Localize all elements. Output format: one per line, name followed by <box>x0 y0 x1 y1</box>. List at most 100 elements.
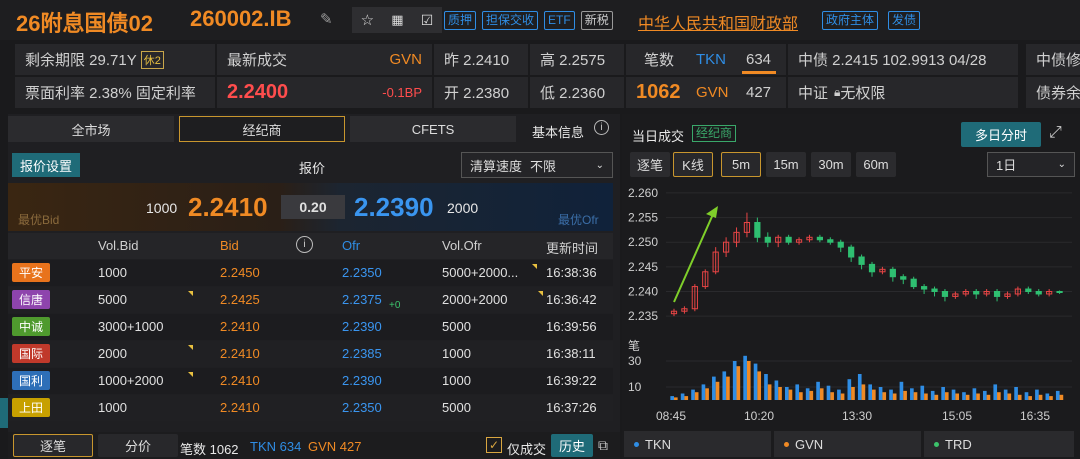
footer-gvn: GVN 427 <box>308 439 362 454</box>
tab-kline[interactable]: K线 <box>673 152 713 177</box>
cell-vol-bid: 1000 <box>98 265 127 280</box>
only-deal-checkbox[interactable]: ✓ <box>486 437 502 453</box>
tab-cfets[interactable]: CFETS <box>350 116 516 142</box>
volume-bar-tkn <box>805 388 810 400</box>
table-row[interactable]: 国际 2000 2.2410 2.2385 1000 16:38:11 <box>8 341 613 367</box>
candle-body <box>900 276 907 280</box>
y-tick-label: 2.255 <box>628 211 658 225</box>
tab-all-market[interactable]: 全市场 <box>8 116 174 142</box>
interval-15m[interactable]: 15m <box>766 152 806 177</box>
candle-body <box>858 256 865 265</box>
volume-bar-gvn <box>976 393 980 400</box>
candle-body <box>785 236 792 243</box>
candle-body <box>764 236 771 243</box>
cell-ofr: 2.2385 <box>342 346 382 361</box>
cdb-extra: 中债修 <box>1026 44 1080 75</box>
volume-bar-gvn <box>809 390 814 400</box>
expand-icon[interactable]: ⤢ <box>1049 124 1062 142</box>
remaining-term: 剩余期限 29.71Y 休2 <box>15 44 215 75</box>
y-tick-label: 2.250 <box>628 235 658 249</box>
interval-5m[interactable]: 5m <box>721 152 761 177</box>
side-handle[interactable] <box>0 398 8 428</box>
history-button[interactable]: 历史 <box>551 434 593 457</box>
tab-tick-by-tick[interactable]: 逐笔 <box>13 434 93 457</box>
basic-info-link[interactable]: 基本信息 <box>532 122 584 141</box>
deals-total: 1062 <box>636 81 681 103</box>
volume-bar-tkn <box>878 387 883 400</box>
footer-deals: 笔数 1062 <box>180 442 239 457</box>
spread-value: 0.20 <box>281 195 345 219</box>
tkn-underline <box>742 71 776 74</box>
coupon-rate: 票面利率 2.38% 固定利率 <box>15 77 215 108</box>
volume-bar-tkn <box>753 363 758 400</box>
edit-icon[interactable]: ✎ <box>320 10 333 28</box>
volume-bar-tkn <box>670 396 674 400</box>
volume-bar-gvn <box>1059 394 1064 400</box>
legend-gvn[interactable]: GVN <box>774 431 921 457</box>
candle-body <box>827 239 834 243</box>
volume-bar-gvn <box>924 393 928 400</box>
external-link-icon[interactable]: ⧉ <box>598 437 608 454</box>
issuer-link[interactable]: 中华人民共和国财政部 <box>638 10 798 34</box>
kline-chart[interactable]: 2.260 2.255 2.250 2.245 2.240 2.235 笔30 10 08:45… <box>622 180 1080 428</box>
volume-bar-gvn <box>694 392 699 400</box>
volume-bar-tkn <box>847 379 852 400</box>
volume-bar-gvn <box>746 361 751 400</box>
volume-bar-gvn <box>965 394 970 400</box>
clear-speed-select[interactable]: 清算速度 不限 ⌄ <box>461 152 613 178</box>
tab-price-breakdown[interactable]: 分价 <box>98 434 178 457</box>
volume-bar-tkn <box>764 374 768 400</box>
table-row[interactable]: 中诚 3000+1000 2.2410 2.2390 5000 16:39:56 <box>8 314 613 340</box>
volume-bar-tkn <box>712 376 716 400</box>
volume-bar-tkn <box>899 381 904 400</box>
volume-bar-tkn <box>857 374 862 400</box>
chart-title: 当日成交 <box>632 129 685 144</box>
holiday-badge: 休2 <box>140 50 164 69</box>
tag-issue-debt: 发债 <box>888 11 921 30</box>
legend-trd[interactable]: TRD <box>924 431 1074 457</box>
range-select[interactable]: 1日 ⌄ <box>987 152 1075 177</box>
volume-bar-gvn <box>830 392 834 400</box>
candle-body <box>973 291 980 295</box>
y-tick-label: 2.260 <box>628 186 658 200</box>
table-row[interactable]: 国利 1000+2000 2.2410 2.2390 1000 16:39:22 <box>8 368 613 394</box>
volume-bar-tkn <box>920 385 925 400</box>
calculator-icon[interactable]: ▦ <box>391 12 403 28</box>
table-row[interactable]: 信唐 5000 2.2425 2.2375 +0 2000+2000 16:36:42 <box>8 287 613 313</box>
info-icon[interactable]: i <box>296 236 313 253</box>
info-icon[interactable]: i <box>594 120 609 135</box>
volume-bar-tkn <box>868 384 872 400</box>
table-row[interactable]: 上田 1000 2.2410 2.2350 5000 16:37:26 <box>8 395 613 421</box>
volume-bar-gvn <box>955 393 960 400</box>
bond-code: 260002.IB <box>190 6 292 31</box>
volume-bar-tkn <box>962 392 966 400</box>
checkbox-icon[interactable]: ☑ <box>421 12 434 29</box>
volume-bar-tkn <box>826 385 831 400</box>
best-quote-bar: 最优Bid 1000 2.2410 0.20 2.2390 2000 最优Ofr <box>8 183 613 231</box>
cell-vol-ofr: 5000 <box>442 400 471 415</box>
star-icon[interactable]: ☆ <box>361 11 374 29</box>
x-tick-label: 13:30 <box>842 409 872 423</box>
tab-tick-chart[interactable]: 逐笔 <box>630 152 670 177</box>
volume-bar-tkn <box>993 384 998 400</box>
col-ofr: Ofr <box>342 238 361 253</box>
quote-settings-button[interactable]: 报价设置 <box>12 153 80 177</box>
candle-body <box>837 241 844 248</box>
bond-name: 26附息国债02 <box>16 11 153 36</box>
toolbar-icons: ☆ ▦ ☑ <box>352 7 442 33</box>
volume-bar-tkn <box>680 393 685 400</box>
cell-bid: 2.2410 <box>220 319 260 334</box>
table-row[interactable]: 平安 1000 2.2450 2.2350 5000+2000... 16:38:36 <box>8 260 613 286</box>
tab-broker[interactable]: 经纪商 <box>179 116 345 142</box>
legend-tkn[interactable]: TKN <box>624 431 771 457</box>
interval-60m[interactable]: 60m <box>856 152 896 177</box>
volume-bar-gvn <box>913 392 918 400</box>
quote-label: 报价 <box>299 161 326 176</box>
multi-day-button[interactable]: 多日分时 <box>961 122 1041 147</box>
x-tick-label: 10:20 <box>744 409 774 423</box>
interval-30m[interactable]: 30m <box>811 152 851 177</box>
note-marker-icon <box>188 345 193 350</box>
tag-government: 政府主体 <box>822 11 879 30</box>
note-marker-icon <box>188 372 193 377</box>
candle-body <box>816 236 824 241</box>
